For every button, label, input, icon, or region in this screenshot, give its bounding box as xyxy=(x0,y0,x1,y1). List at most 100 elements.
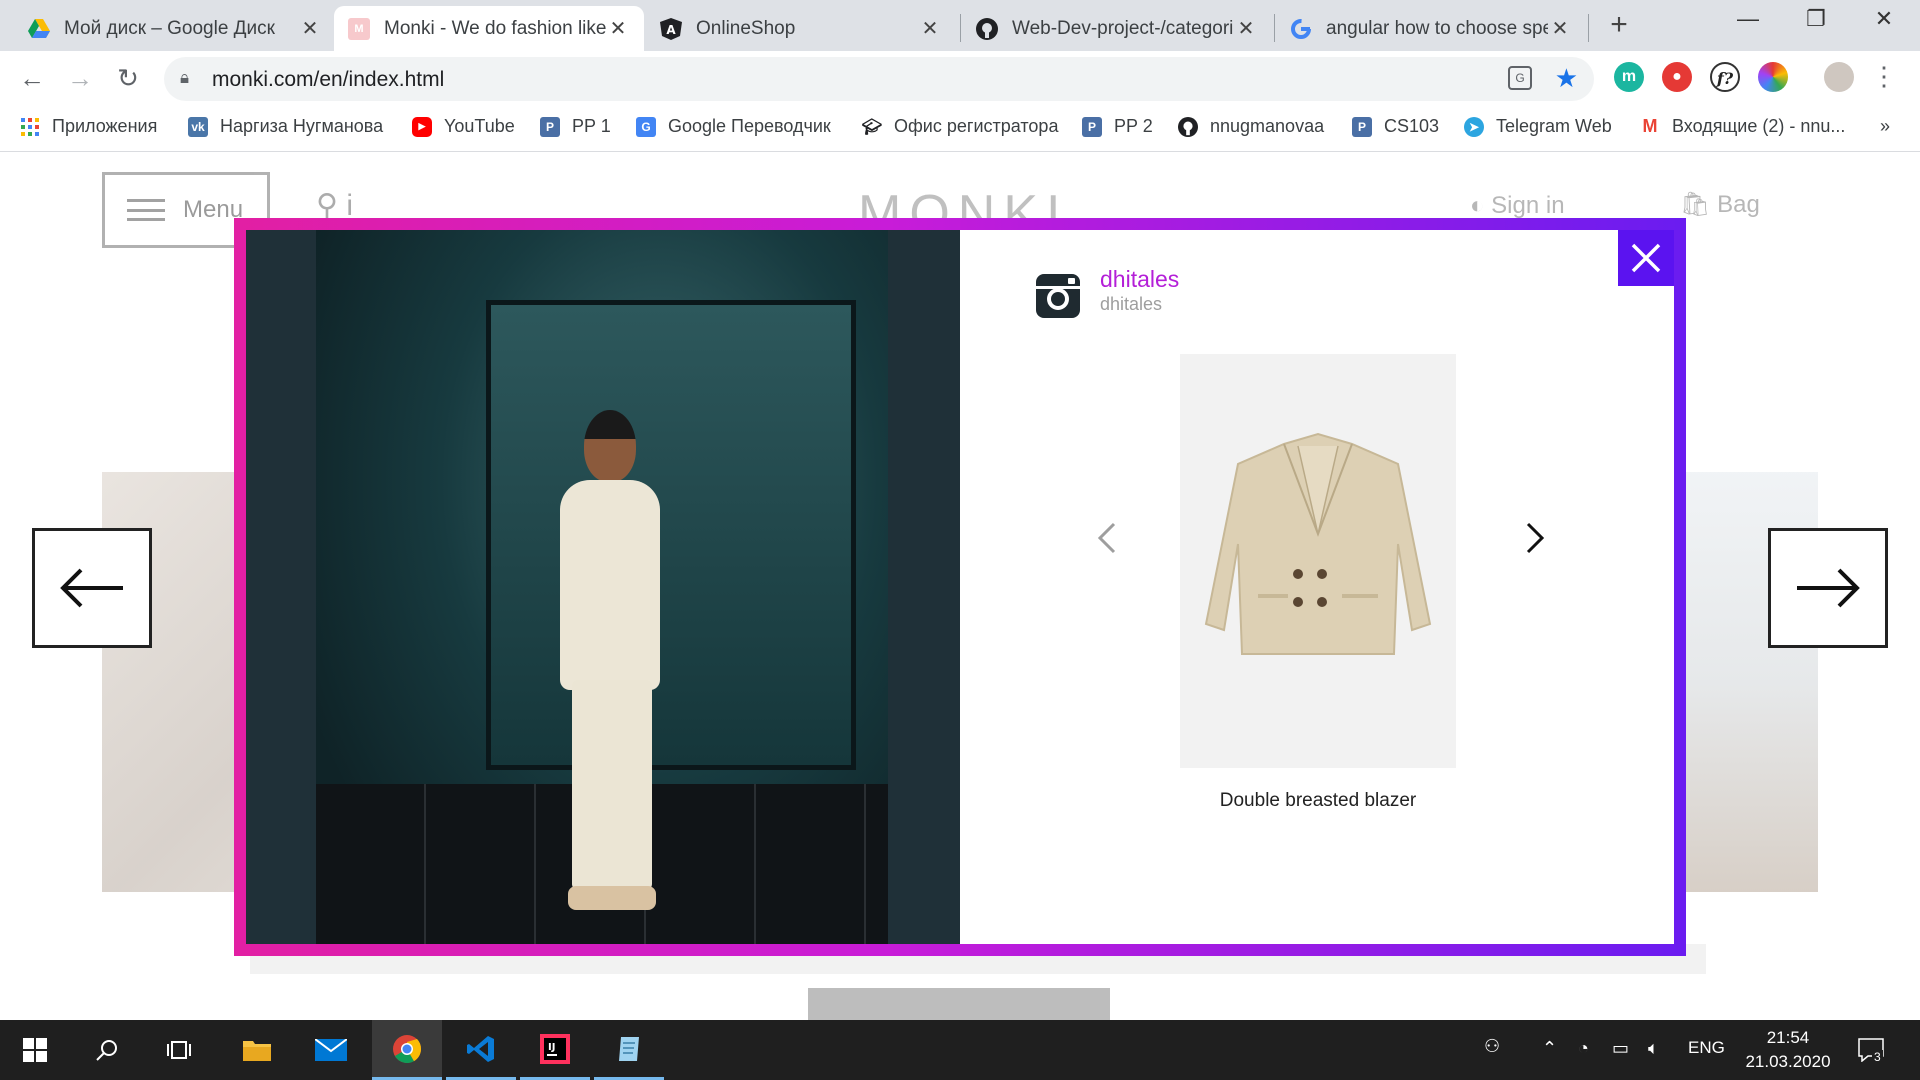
notification-count: 3 xyxy=(1872,1050,1883,1064)
bookmark-github-profile[interactable]: nnugmanovaa xyxy=(1178,116,1324,137)
instagram-icon[interactable] xyxy=(1034,272,1082,320)
product-next-button[interactable] xyxy=(1526,522,1546,559)
close-tab-icon[interactable]: ✕ xyxy=(1548,16,1572,41)
p-icon: P xyxy=(540,116,560,137)
start-button[interactable] xyxy=(0,1020,70,1080)
bookmark-pp1[interactable]: P PP 1 xyxy=(540,116,611,137)
profile-avatar[interactable] xyxy=(1824,62,1854,92)
graduation-cap-icon: 🎓︎ xyxy=(861,118,883,136)
close-tab-icon[interactable]: ✕ xyxy=(918,16,942,41)
back-button[interactable]: ← xyxy=(16,63,48,94)
sign-in-link[interactable]: ◐ Sign in xyxy=(1470,192,1565,220)
intellij-taskbar-button[interactable]: IJ xyxy=(520,1020,590,1080)
extension-m-icon[interactable]: m xyxy=(1614,62,1644,92)
chevron-left-icon xyxy=(1097,522,1116,554)
extension-formula-icon[interactable]: f? xyxy=(1710,62,1740,92)
gallery-prev-button[interactable] xyxy=(32,528,152,648)
search-icon xyxy=(96,1040,117,1061)
folder-icon xyxy=(243,1041,271,1061)
close-tab-icon[interactable]: ✕ xyxy=(606,16,630,41)
new-tab-button[interactable]: + xyxy=(1604,8,1634,42)
youtube-icon: ▶ xyxy=(412,116,432,137)
taskbar-clock[interactable]: 21:54 21.03.2020 xyxy=(1728,1026,1848,1074)
chrome-icon xyxy=(393,1034,422,1063)
bookmark-youtube[interactable]: ▶ YouTube xyxy=(412,116,515,137)
translate-icon[interactable]: G xyxy=(1508,66,1532,90)
tab-google-drive[interactable]: Мой диск – Google Диск ✕ xyxy=(14,6,336,51)
product-name[interactable]: Double breasted blazer xyxy=(1168,790,1468,812)
bag-link[interactable]: 🛍︎ Bag xyxy=(1680,190,1760,219)
volume-icon[interactable]: 🔈︎ xyxy=(1648,1038,1659,1059)
bookmark-star-icon[interactable]: ★ xyxy=(1555,63,1578,94)
windows-logo-icon xyxy=(23,1038,47,1062)
task-view-button[interactable] xyxy=(144,1020,214,1080)
reload-button[interactable]: ↻ xyxy=(112,63,144,94)
tab-onlineshop[interactable]: A OnlineShop ✕ xyxy=(646,6,956,51)
address-bar-row: ← → ↻ 🔒︎ monki.com/en/index.html G ★ m ●… xyxy=(0,51,1920,106)
wifi-icon[interactable]: ◔ xyxy=(1578,1038,1589,1059)
apps-grid-icon xyxy=(20,117,40,137)
clock-time: 21:54 xyxy=(1766,1028,1810,1047)
people-icon[interactable]: ⚇ xyxy=(1484,1036,1500,1057)
search-button[interactable] xyxy=(72,1020,142,1080)
forward-button[interactable]: → xyxy=(64,63,96,94)
bookmark-gmail[interactable]: M Входящие (2) - nnu... xyxy=(1640,116,1846,137)
bookmarks-bar: Приложения vk Наргиза Нугманова ▶ YouTub… xyxy=(0,106,1920,152)
chrome-taskbar-button[interactable] xyxy=(372,1020,442,1080)
gallery-next-button[interactable] xyxy=(1768,528,1888,648)
task-view-icon xyxy=(167,1041,191,1059)
show-hidden-icons-button[interactable]: ⌃ xyxy=(1542,1038,1557,1059)
language-indicator[interactable]: ENG xyxy=(1688,1038,1725,1058)
close-tab-icon[interactable]: ✕ xyxy=(1234,16,1258,41)
monki-icon: M xyxy=(348,17,370,40)
modal-close-button[interactable] xyxy=(1618,230,1674,286)
arrow-left-icon xyxy=(60,568,123,608)
minimize-button[interactable]: — xyxy=(1728,6,1768,32)
file-explorer-button[interactable] xyxy=(222,1020,292,1080)
product-image-blazer xyxy=(1204,432,1432,655)
chevron-right-icon xyxy=(1526,522,1545,554)
vk-icon: vk xyxy=(188,116,208,137)
svg-text:A: A xyxy=(666,23,676,37)
bookmark-registrar[interactable]: 🎓︎ Офис регистратора xyxy=(861,116,1059,137)
photo-door xyxy=(486,300,856,770)
github-icon xyxy=(976,17,998,40)
google-translate-icon: G xyxy=(636,116,656,137)
tab-github-project[interactable]: Web-Dev-project-/categori ✕ xyxy=(962,6,1272,51)
extension-adblock-icon[interactable]: ● xyxy=(1662,62,1692,92)
url-text[interactable]: monki.com/en/index.html xyxy=(212,68,444,92)
tab-monki[interactable]: M Monki - We do fashion like ✕ xyxy=(334,6,644,51)
product-card[interactable] xyxy=(1180,354,1456,768)
arrow-right-icon xyxy=(1797,568,1860,608)
bookmark-cs103[interactable]: P CS103 xyxy=(1352,116,1439,137)
angular-icon: A xyxy=(660,17,682,40)
action-center-button[interactable]: 3 xyxy=(1858,1038,1884,1067)
bookmark-pp2[interactable]: P PP 2 xyxy=(1082,116,1153,137)
close-tab-icon[interactable]: ✕ xyxy=(298,16,322,41)
instagram-handle: dhitales xyxy=(1100,294,1163,314)
bookmark-vk[interactable]: vk Наргиза Нугманова xyxy=(188,116,383,137)
vscode-taskbar-button[interactable] xyxy=(446,1020,516,1080)
omnibox[interactable]: 🔒︎ monki.com/en/index.html G ★ xyxy=(164,57,1594,101)
mail-button[interactable] xyxy=(296,1020,366,1080)
close-window-button[interactable]: ✕ xyxy=(1864,6,1904,32)
restore-button[interactable]: ❐ xyxy=(1796,6,1836,32)
svg-text:IJ: IJ xyxy=(548,1042,555,1053)
modal-content: dhitales dhitales Double breasted blazer xyxy=(246,230,1674,944)
github-icon xyxy=(1178,116,1198,137)
tab-google-search[interactable]: angular how to choose spe ✕ xyxy=(1276,6,1586,51)
bookmark-apps[interactable]: Приложения xyxy=(20,116,157,137)
instagram-username[interactable]: dhitales xyxy=(1100,266,1179,293)
extension-color-picker-icon[interactable] xyxy=(1758,62,1788,92)
chrome-menu-icon[interactable]: ⋮ xyxy=(1868,61,1900,92)
battery-icon[interactable]: ▭ xyxy=(1612,1038,1629,1059)
instagram-modal: dhitales dhitales Double breasted blazer xyxy=(234,218,1686,956)
product-prev-button[interactable] xyxy=(1096,522,1116,559)
bookmark-telegram[interactable]: ➤ Telegram Web xyxy=(1464,116,1612,137)
lock-icon[interactable]: 🔒︎ xyxy=(180,68,189,88)
telegram-icon: ➤ xyxy=(1464,116,1484,137)
more-bookmarks-button[interactable]: » xyxy=(1880,116,1890,137)
close-icon xyxy=(1631,243,1661,273)
notepad-taskbar-button[interactable] xyxy=(594,1020,664,1080)
bookmark-google-translate[interactable]: G Google Переводчик xyxy=(636,116,831,137)
